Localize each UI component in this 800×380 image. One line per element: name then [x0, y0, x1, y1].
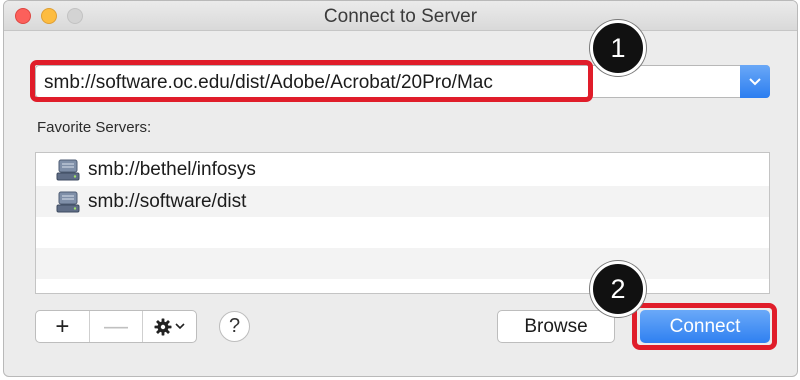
- empty-list-row: [36, 217, 769, 248]
- server-label: smb://bethel/infosys: [88, 158, 256, 180]
- server-address-value[interactable]: smb://software.oc.edu/dist/Adobe/Acrobat…: [44, 72, 493, 94]
- browse-button[interactable]: Browse: [497, 310, 615, 343]
- remove-favorite-button[interactable]: —: [90, 311, 144, 342]
- list-item[interactable]: smb://software/dist: [36, 186, 769, 217]
- server-address-field[interactable]: smb://software.oc.edu/dist/Adobe/Acrobat…: [35, 65, 770, 98]
- chevron-down-icon: [749, 77, 761, 85]
- server-label: smb://software/dist: [88, 190, 247, 212]
- add-favorite-button[interactable]: +: [36, 311, 90, 342]
- step-2-badge: 2: [590, 261, 646, 317]
- gear-icon: [154, 318, 172, 335]
- list-item[interactable]: smb://bethel/infosys: [36, 154, 769, 185]
- favorites-edit-control: + —: [35, 310, 197, 343]
- connect-button[interactable]: Connect: [640, 310, 770, 343]
- window-title: Connect to Server: [323, 6, 478, 27]
- empty-list-row: [36, 248, 769, 279]
- title-bar: Connect to Server: [4, 1, 797, 31]
- recent-servers-dropdown[interactable]: [740, 65, 770, 98]
- favorite-servers-list[interactable]: smb://bethel/infosys smb://software/dist: [35, 152, 770, 294]
- favorite-servers-label: Favorite Servers:: [37, 119, 152, 136]
- network-drive-icon: [56, 159, 80, 180]
- chevron-down-icon: [175, 323, 185, 330]
- step-1-badge: 1: [590, 20, 646, 76]
- help-button[interactable]: ?: [219, 311, 250, 342]
- network-drive-icon: [56, 191, 80, 212]
- actions-menu-button[interactable]: [143, 311, 196, 342]
